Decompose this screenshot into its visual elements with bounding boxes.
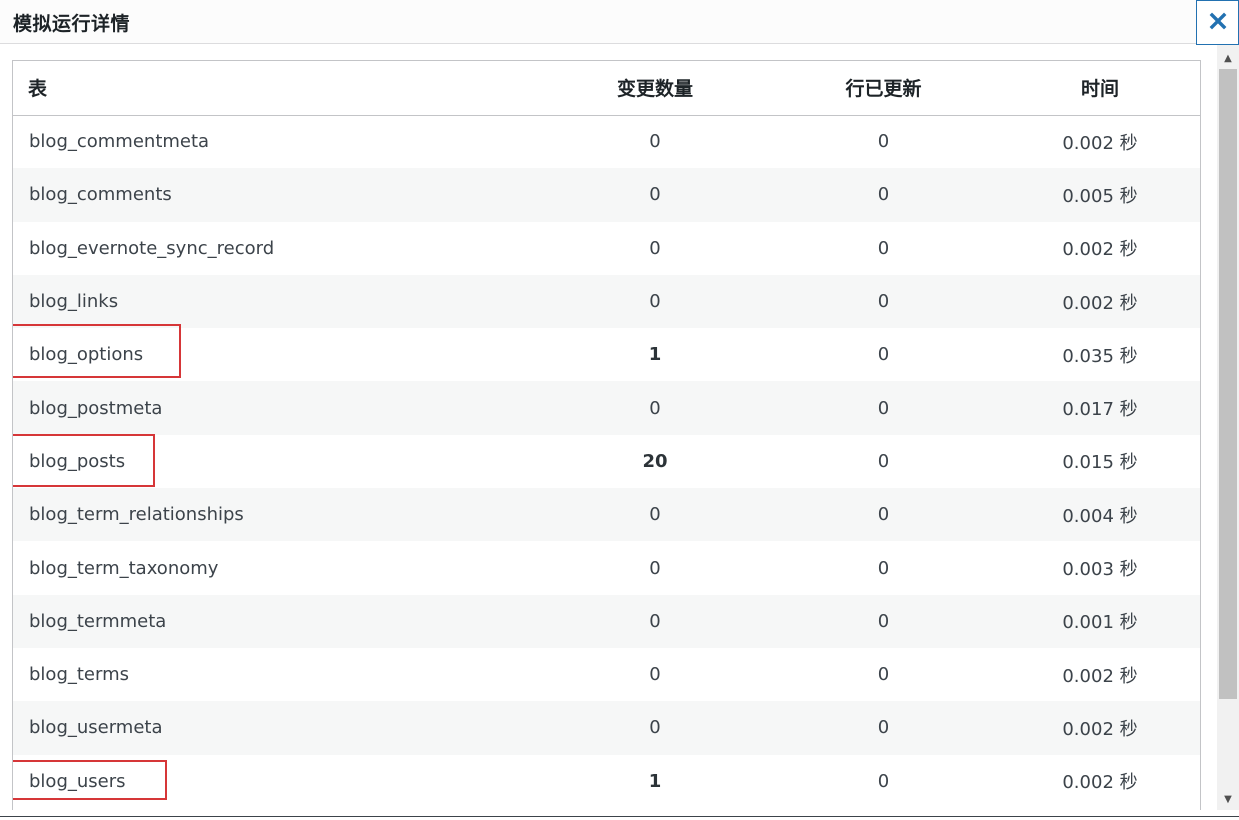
cell-changes: 1	[648, 770, 662, 792]
cell-table-name: blog_terms	[29, 664, 129, 686]
cell-changes: 20	[642, 450, 668, 472]
cell-time: 0.015 秒	[1062, 452, 1138, 474]
cell-time: 0.002 秒	[1062, 665, 1138, 687]
close-icon	[1209, 12, 1227, 34]
scroll-down-icon[interactable]: ▼	[1217, 788, 1239, 810]
table-row: blog_comments 0 0 0.005 秒	[13, 168, 1200, 222]
dry-run-details-modal: 模拟运行详情 表 变更数量 行已更新 时间 blog_commentmeta 0…	[0, 0, 1239, 820]
cell-changes: 0	[649, 237, 661, 259]
cell-table-name: blog_termmeta	[29, 610, 167, 632]
cell-time: 0.035 秒	[1062, 345, 1138, 367]
cell-rows-updated: 0	[877, 717, 890, 739]
cell-rows-updated: 0	[877, 557, 890, 579]
cell-table-name: blog_posts	[29, 450, 126, 472]
cell-table-name: blog_users	[29, 770, 126, 792]
cell-time: 0.003 秒	[1062, 559, 1138, 581]
table-row: blog_commentmeta 0 0 0.002 秒	[13, 115, 1200, 168]
cell-changes: 1	[648, 344, 662, 366]
table-header-row: 表 变更数量 行已更新 时间	[13, 61, 1200, 116]
cell-table-name: blog_options	[29, 344, 144, 366]
cell-table-name: blog_term_relationships	[29, 504, 244, 526]
cell-changes: 0	[649, 717, 661, 739]
cell-changes: 0	[649, 504, 661, 526]
column-header-changes: 变更数量	[541, 61, 769, 116]
cell-table-name: blog_term_taxonomy	[29, 557, 219, 579]
cell-changes: 0	[649, 557, 661, 579]
results-table-container: 表 变更数量 行已更新 时间 blog_commentmeta 0 0 0.002 秒…	[12, 60, 1201, 810]
scroll-up-icon[interactable]: ▲	[1217, 47, 1239, 69]
modal-content: 表 变更数量 行已更新 时间 blog_commentmeta 0 0 0.002 秒…	[0, 45, 1217, 810]
cell-table-name: blog_comments	[29, 184, 172, 206]
table-row: blog_postmeta 0 0 0.017 秒	[13, 381, 1200, 435]
cell-table-name: blog_commentmeta	[29, 131, 210, 153]
cell-rows-updated: 0	[877, 610, 890, 632]
cell-time: 0.002 秒	[1062, 292, 1138, 314]
cell-time: 0.001 秒	[1062, 612, 1138, 634]
table-row: blog_terms 0 0 0.002 秒	[13, 648, 1200, 701]
table-row: blog_posts 20 0 0.015 秒	[13, 435, 1200, 488]
cell-changes: 0	[649, 131, 661, 153]
modal-bottom-border	[0, 816, 1239, 820]
cell-time: 0.002 秒	[1062, 132, 1138, 154]
table-row: blog_evernote_sync_record 0 0 0.002 秒	[13, 222, 1200, 275]
cell-time: 0.017 秒	[1062, 399, 1138, 421]
cell-rows-updated: 0	[877, 184, 890, 206]
scrollbar-thumb[interactable]	[1219, 69, 1237, 699]
column-header-table: 表	[13, 61, 541, 116]
cell-changes: 0	[649, 397, 661, 419]
table-row: blog_termmeta 0 0 0.001 秒	[13, 594, 1200, 648]
cell-rows-updated: 0	[877, 450, 890, 472]
column-header-rows-updated: 行已更新	[769, 61, 998, 116]
cell-changes: 0	[649, 184, 661, 206]
cell-time: 0.002 秒	[1062, 718, 1138, 740]
cell-rows-updated: 0	[877, 770, 890, 792]
cell-rows-updated: 0	[877, 664, 890, 686]
results-table: 表 变更数量 行已更新 时间 blog_commentmeta 0 0 0.002 秒…	[13, 61, 1200, 808]
cell-rows-updated: 0	[877, 131, 890, 153]
table-row: blog_links 0 0 0.002 秒	[13, 274, 1200, 329]
cell-rows-updated: 0	[877, 397, 890, 419]
cell-time: 0.002 秒	[1062, 239, 1138, 261]
column-header-time: 时间	[998, 61, 1200, 116]
table-row: blog_options 1 0 0.035 秒	[13, 328, 1200, 381]
table-row: blog_usermeta 0 0 0.002 秒	[13, 701, 1200, 755]
cell-changes: 0	[649, 664, 661, 686]
table-row: blog_term_taxonomy 0 0 0.003 秒	[13, 541, 1200, 594]
close-button[interactable]	[1196, 0, 1239, 45]
cell-rows-updated: 0	[877, 504, 890, 526]
cell-time: 0.002 秒	[1062, 772, 1138, 794]
cell-time: 0.005 秒	[1062, 185, 1138, 207]
modal-title: 模拟运行详情	[13, 13, 131, 35]
table-row: blog_term_relationships 0 0 0.004 秒	[13, 488, 1200, 542]
cell-table-name: blog_links	[29, 291, 119, 313]
cell-table-name: blog_evernote_sync_record	[29, 237, 275, 259]
modal-title-bar: 模拟运行详情	[0, 0, 1239, 45]
cell-rows-updated: 0	[877, 344, 890, 366]
cell-table-name: blog_usermeta	[29, 717, 163, 739]
cell-changes: 0	[649, 610, 661, 632]
cell-table-name: blog_postmeta	[29, 397, 163, 419]
cell-time: 0.004 秒	[1062, 505, 1138, 527]
cell-changes: 0	[649, 291, 661, 313]
table-row: blog_users 1 0 0.002 秒	[13, 755, 1200, 808]
vertical-scrollbar[interactable]: ▲ ▼	[1217, 45, 1239, 810]
cell-rows-updated: 0	[877, 291, 890, 313]
cell-rows-updated: 0	[877, 237, 890, 259]
